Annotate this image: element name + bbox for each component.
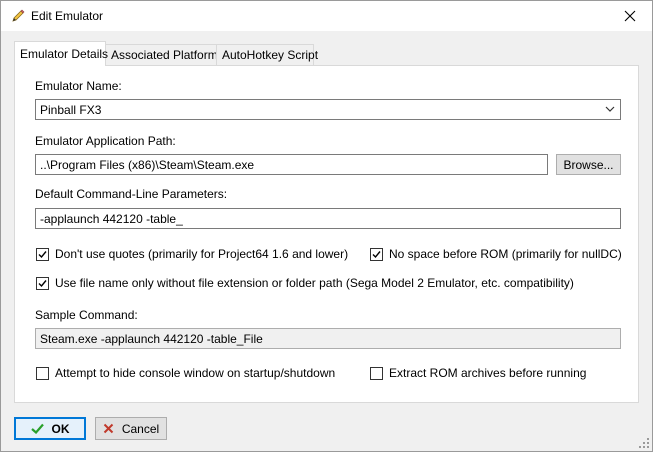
- chevron-down-icon[interactable]: [604, 103, 616, 115]
- title-bar: Edit Emulator: [1, 1, 652, 31]
- hide-console-option[interactable]: Attempt to hide console window on startu…: [36, 365, 335, 381]
- dont-use-quotes-option[interactable]: Don't use quotes (primarily for Project6…: [36, 246, 348, 262]
- extract-rom-label: Extract ROM archives before running: [389, 366, 587, 380]
- tab-emulator-details[interactable]: Emulator Details: [14, 41, 108, 66]
- cancel-x-icon: [103, 423, 114, 434]
- pencil-icon: [10, 8, 26, 24]
- no-space-before-rom-label: No space before ROM (primarily for nullD…: [389, 247, 622, 261]
- sample-command-field: Steam.exe -applaunch 442120 -table_File: [35, 328, 621, 349]
- extract-rom-option[interactable]: Extract ROM archives before running: [370, 365, 586, 381]
- sample-command-label: Sample Command:: [35, 308, 138, 322]
- app-path-value: ..\Program Files (x86)\Steam\Steam.exe: [40, 158, 255, 172]
- cmd-params-value: -applaunch 442120 -table_: [40, 212, 183, 226]
- file-name-only-checkbox[interactable]: [36, 276, 49, 290]
- hide-console-checkbox[interactable]: [36, 366, 49, 380]
- resize-grip-icon[interactable]: [638, 437, 650, 449]
- cmd-params-input[interactable]: -applaunch 442120 -table_: [35, 208, 621, 229]
- tab-associated-platforms[interactable]: Associated Platforms: [105, 44, 224, 65]
- close-button[interactable]: [608, 1, 652, 31]
- cancel-button[interactable]: Cancel: [95, 417, 167, 440]
- sample-command-value: Steam.exe -applaunch 442120 -table_File: [40, 332, 263, 346]
- app-path-label: Emulator Application Path:: [35, 134, 176, 148]
- close-icon: [624, 10, 636, 22]
- emulator-details-panel: Emulator Name: Pinball FX3 Emulator Appl…: [14, 65, 639, 403]
- app-path-input[interactable]: ..\Program Files (x86)\Steam\Steam.exe: [35, 154, 548, 175]
- dont-use-quotes-checkbox[interactable]: [36, 247, 49, 261]
- dont-use-quotes-label: Don't use quotes (primarily for Project6…: [55, 247, 349, 261]
- checkmark-icon: [30, 423, 44, 434]
- checkmark-icon: [38, 279, 47, 287]
- file-name-only-label: Use file name only without file extensio…: [55, 276, 574, 290]
- cancel-label: Cancel: [121, 421, 160, 436]
- tab-autohotkey-script[interactable]: AutoHotkey Script: [216, 44, 318, 65]
- browse-button[interactable]: Browse...: [556, 154, 621, 175]
- no-space-before-rom-checkbox[interactable]: [370, 247, 383, 261]
- ok-label: OK: [51, 421, 70, 436]
- ok-button[interactable]: OK: [14, 417, 86, 440]
- file-name-only-option[interactable]: Use file name only without file extensio…: [36, 275, 574, 291]
- cmd-params-label: Default Command-Line Parameters:: [35, 187, 228, 201]
- emulator-name-combo[interactable]: Pinball FX3: [35, 99, 621, 120]
- checkmark-icon: [372, 250, 381, 258]
- emulator-name-value: Pinball FX3: [40, 103, 102, 117]
- extract-rom-checkbox[interactable]: [370, 366, 383, 380]
- edit-emulator-dialog: Edit Emulator Emulator Details Associate…: [0, 0, 653, 452]
- checkmark-icon: [38, 250, 47, 258]
- hide-console-label: Attempt to hide console window on startu…: [55, 366, 336, 380]
- emulator-name-label: Emulator Name:: [35, 79, 122, 93]
- no-space-before-rom-option[interactable]: No space before ROM (primarily for nullD…: [370, 246, 622, 262]
- window-title: Edit Emulator: [31, 9, 104, 23]
